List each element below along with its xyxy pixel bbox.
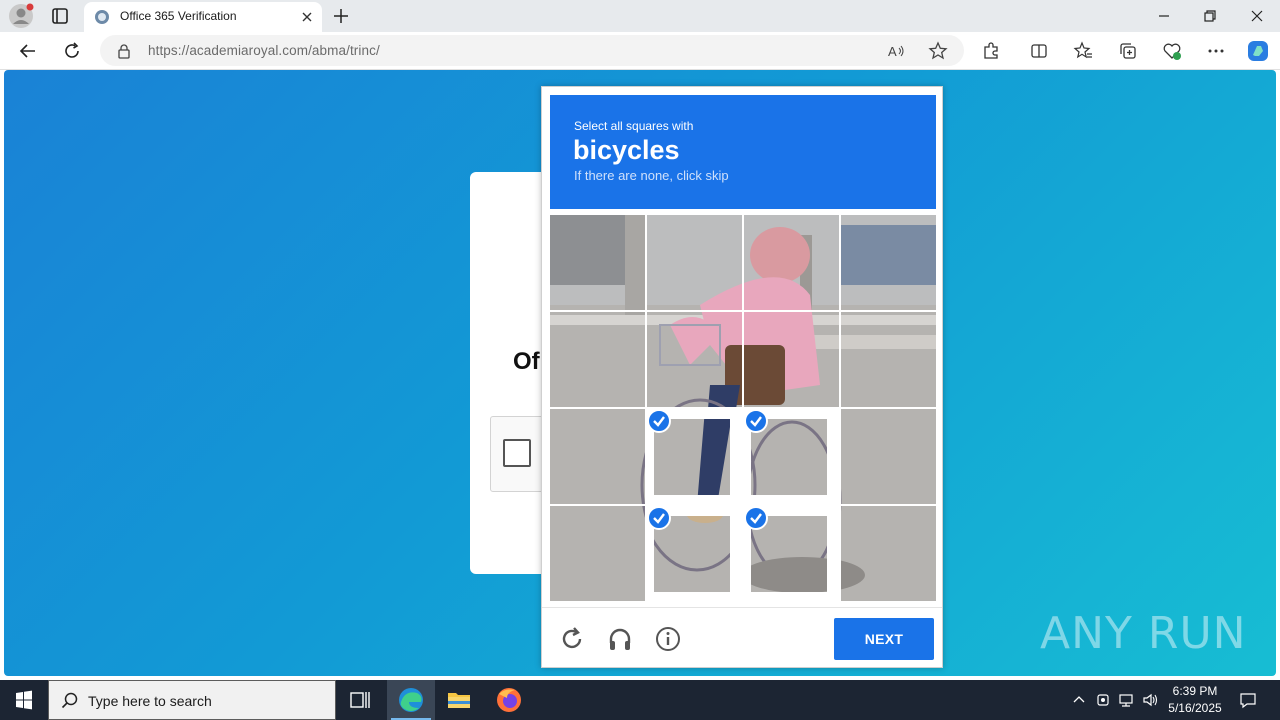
tab-title: Office 365 Verification [120,9,237,23]
captcha-tile[interactable] [744,506,839,601]
site-favicon-icon [95,10,109,24]
back-icon[interactable] [17,40,39,62]
new-tab-icon[interactable] [330,5,352,27]
tab-actions-icon[interactable] [48,4,72,28]
refresh-icon[interactable] [61,40,83,62]
show-hidden-icons-icon[interactable] [1071,692,1087,708]
restore-icon[interactable] [1198,4,1222,28]
selected-check-icon [744,506,768,530]
close-tab-icon[interactable] [298,8,316,26]
tab-active[interactable]: Office 365 Verification [84,2,322,32]
info-icon[interactable] [654,625,682,653]
collections-icon[interactable] [1118,41,1138,61]
url-text[interactable]: https://academiaroyal.com/abma/trinc/ [148,43,380,58]
more-options-icon[interactable] [1206,41,1226,61]
next-button[interactable]: NEXT [834,618,934,660]
search-icon [61,692,78,709]
page-title: Of [513,348,540,375]
network-icon[interactable] [1118,692,1134,708]
notifications-icon[interactable] [1239,691,1257,709]
selected-check-icon [744,409,768,433]
minimize-icon[interactable] [1152,4,1176,28]
captcha-challenge: Select all squares with bicycles If ther… [541,86,943,668]
clock-time: 6:39 PM [1172,684,1218,698]
read-aloud-icon[interactable]: A [886,41,906,61]
captcha-prompt: Select all squares with bicycles If ther… [550,95,936,209]
prompt-target: bicycles [573,135,680,165]
prompt-hint: If there are none, click skip [574,168,729,183]
lock-icon[interactable] [116,43,132,59]
captcha-tile[interactable] [841,409,936,504]
captcha-tile[interactable] [744,215,839,310]
network-device-icon[interactable] [1095,692,1111,708]
captcha-tile[interactable] [550,409,645,504]
recaptcha-checkbox[interactable] [503,439,531,467]
browser-essentials-icon[interactable] [1162,41,1182,61]
profile-avatar-icon[interactable] [8,3,34,29]
selected-check-icon [647,506,671,530]
taskbar-clock[interactable]: 6:39 PM 5/16/2025 [1160,683,1230,717]
extensions-icon[interactable] [981,41,1001,61]
captcha-tile[interactable] [550,506,645,601]
copilot-icon[interactable] [1246,39,1270,63]
watermark: ANY RUN [1040,608,1247,659]
captcha-tile[interactable] [744,312,839,407]
captcha-tile[interactable] [647,506,742,601]
captcha-footer: NEXT [542,607,942,667]
url-path: /abma/trinc/ [308,43,380,58]
volume-icon[interactable] [1142,692,1158,708]
captcha-tile[interactable] [550,215,645,310]
captcha-tile[interactable] [841,215,936,310]
reload-icon[interactable] [558,625,586,653]
browser-toolbar: https://academiaroyal.com/abma/trinc/ A [0,32,1280,70]
captcha-tile[interactable] [744,409,839,504]
search-placeholder: Type here to search [88,693,212,709]
captcha-image-grid [550,215,936,601]
favorite-star-icon[interactable] [928,41,948,61]
clock-date: 5/16/2025 [1168,701,1222,715]
taskbar-search[interactable]: Type here to search [48,680,336,720]
captcha-tile[interactable] [841,312,936,407]
taskbar-edge[interactable] [387,680,435,720]
prompt-instruction: Select all squares with [574,119,694,133]
edge-icon [399,688,423,712]
windows-taskbar: Type here to search 6:39 PM 5/16/2025 [0,680,1280,720]
captcha-tile[interactable] [550,312,645,407]
split-screen-icon[interactable] [1029,41,1049,61]
favorites-icon[interactable] [1073,41,1093,61]
url-domain: https://academiaroyal.com [148,43,309,58]
captcha-tile[interactable] [647,215,742,310]
windows-start-icon[interactable] [0,680,48,720]
captcha-tile[interactable] [647,312,742,407]
svg-text:A: A [888,44,897,59]
audio-challenge-icon[interactable] [606,625,634,653]
selected-check-icon [647,409,671,433]
browser-tab-strip: Office 365 Verification [0,0,1280,32]
firefox-icon[interactable] [485,680,533,720]
captcha-tile[interactable] [841,506,936,601]
captcha-tile[interactable] [647,409,742,504]
close-window-icon[interactable] [1245,4,1269,28]
file-explorer-icon[interactable] [435,680,483,720]
task-view-icon[interactable] [336,680,384,720]
address-bar[interactable]: https://academiaroyal.com/abma/trinc/ A [100,35,964,66]
